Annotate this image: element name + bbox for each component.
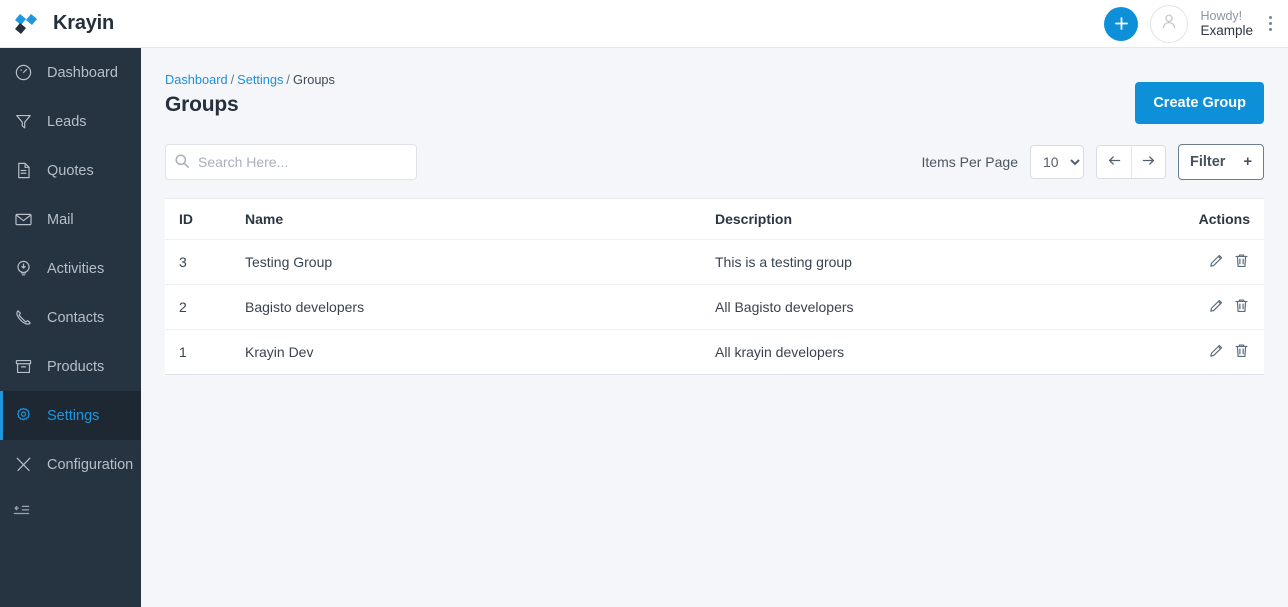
top-bar: Krayin Howdy! Example xyxy=(0,0,1288,48)
cell-description: All Bagisto developers xyxy=(715,284,1144,330)
pencil-icon[interactable] xyxy=(1208,342,1225,359)
table-row[interactable]: 3 Testing Group This is a testing group xyxy=(165,239,1264,285)
krayin-diamond-logo-icon xyxy=(14,12,44,36)
cell-id: 3 xyxy=(165,239,245,285)
breadcrumb-item-groups: Groups xyxy=(292,72,335,87)
collapse-sidebar-icon xyxy=(12,502,31,526)
arrow-right-icon xyxy=(1140,152,1157,172)
gear-icon xyxy=(12,405,34,427)
lightbulb-icon xyxy=(12,258,34,280)
previous-page-button[interactable] xyxy=(1097,146,1131,178)
brand-name: Krayin xyxy=(53,12,115,34)
sidebar-item-products[interactable]: Products xyxy=(0,342,141,391)
speedometer-icon xyxy=(12,62,34,84)
column-header-id[interactable]: ID xyxy=(165,199,245,240)
column-header-description[interactable]: Description xyxy=(715,199,1144,240)
archive-box-icon xyxy=(12,356,34,378)
breadcrumb-separator: / xyxy=(286,72,290,87)
arrow-left-icon xyxy=(1106,152,1123,172)
sidebar-item-label: Contacts xyxy=(47,309,105,326)
table-toolbar: Items Per Page 10 xyxy=(165,144,1264,180)
sidebar-item-label: Settings xyxy=(47,407,100,424)
table-header-row: ID Name Description Actions xyxy=(165,199,1264,240)
items-per-page-label: Items Per Page xyxy=(921,154,1019,170)
main-content: Dashboard / Settings / Groups Groups Create … xyxy=(141,48,1288,607)
trash-icon[interactable] xyxy=(1233,252,1250,269)
groups-table: ID Name Description Actions 3 Testing Gr… xyxy=(165,198,1264,375)
cell-actions xyxy=(1144,284,1264,330)
greeting-text: Howdy! xyxy=(1200,8,1243,23)
pencil-icon[interactable] xyxy=(1208,297,1225,314)
user-avatar-icon xyxy=(1158,10,1180,37)
trash-icon[interactable] xyxy=(1233,342,1250,359)
column-header-name[interactable]: Name xyxy=(245,199,715,240)
cell-name: Bagisto developers xyxy=(245,284,715,330)
envelope-icon xyxy=(12,209,34,231)
sidebar-item-label: Dashboard xyxy=(47,64,118,81)
sidebar-item-label: Mail xyxy=(47,211,74,228)
breadcrumb-separator: / xyxy=(230,72,235,87)
sidebar-item-activities[interactable]: Activities xyxy=(0,244,141,293)
add-button[interactable] xyxy=(1104,6,1139,41)
sidebar-item-mail[interactable]: Mail xyxy=(0,195,141,244)
user-greeting[interactable]: Howdy! Example xyxy=(1200,9,1255,39)
table-row[interactable]: 1 Krayin Dev All krayin developers xyxy=(165,330,1264,375)
column-header-actions: Actions xyxy=(1144,199,1264,240)
cell-name: Testing Group xyxy=(245,239,715,285)
document-icon xyxy=(12,160,34,182)
cell-description: All krayin developers xyxy=(715,344,845,360)
next-page-button[interactable] xyxy=(1131,146,1165,178)
collapse-sidebar-button[interactable] xyxy=(0,489,141,538)
cell-id: 1 xyxy=(179,344,187,360)
sidebar-item-label: Quotes xyxy=(47,162,94,179)
sidebar-item-dashboard[interactable]: Dashboard xyxy=(0,48,141,97)
page-header: Dashboard / Settings / Groups Groups Create … xyxy=(165,48,1264,124)
sidebar-item-label: Activities xyxy=(47,260,105,277)
trash-icon[interactable] xyxy=(1233,297,1250,314)
phone-icon xyxy=(12,307,34,329)
cell-name: Krayin Dev xyxy=(245,344,314,360)
sidebar-item-label: Products xyxy=(47,358,105,375)
search-box xyxy=(165,144,417,180)
table-row[interactable]: 2 Bagisto developers All Bagisto develop… xyxy=(165,284,1264,330)
plus-icon: + xyxy=(1243,154,1252,170)
tools-icon xyxy=(12,454,34,476)
create-group-button[interactable]: Create Group xyxy=(1135,82,1264,124)
cell-id: 2 xyxy=(165,284,245,330)
pencil-icon[interactable] xyxy=(1208,252,1225,269)
filter-button[interactable]: Filter + xyxy=(1178,144,1264,180)
plus-icon xyxy=(1113,15,1130,32)
username-text: Example xyxy=(1200,22,1253,38)
vertical-dots-icon[interactable] xyxy=(1267,12,1274,35)
sidebar-item-settings[interactable]: Settings xyxy=(0,391,141,440)
page-title: Groups xyxy=(165,93,239,116)
cell-description: This is a testing group xyxy=(715,239,1144,285)
sidebar-item-leads[interactable]: Leads xyxy=(0,97,141,146)
sidebar-item-configuration[interactable]: Configuration xyxy=(0,440,141,489)
top-bar-actions: Howdy! Example xyxy=(1104,4,1288,43)
filter-label: Filter xyxy=(1190,154,1226,170)
sidebar: Dashboard Leads Quotes Mail Activities C… xyxy=(0,48,141,607)
search-input[interactable] xyxy=(165,144,417,180)
sidebar-item-label: Leads xyxy=(47,113,87,130)
funnel-icon xyxy=(12,111,34,133)
breadcrumb-item-dashboard[interactable]: Dashboard xyxy=(165,72,228,87)
sidebar-item-label: Configuration xyxy=(47,456,134,473)
avatar[interactable] xyxy=(1150,4,1189,43)
sidebar-item-quotes[interactable]: Quotes xyxy=(0,146,141,195)
pagination-arrows xyxy=(1096,145,1166,179)
brand-logo[interactable]: Krayin xyxy=(0,12,141,36)
sidebar-item-contacts[interactable]: Contacts xyxy=(0,293,141,342)
pagination-controls: Items Per Page 10 Filter + xyxy=(921,144,1264,180)
cell-actions xyxy=(1144,330,1264,375)
breadcrumb-item-settings[interactable]: Settings xyxy=(237,72,283,87)
items-per-page-select[interactable]: 10 xyxy=(1030,145,1084,179)
breadcrumb: Dashboard / Settings / Groups xyxy=(165,72,335,87)
cell-actions xyxy=(1144,239,1264,285)
